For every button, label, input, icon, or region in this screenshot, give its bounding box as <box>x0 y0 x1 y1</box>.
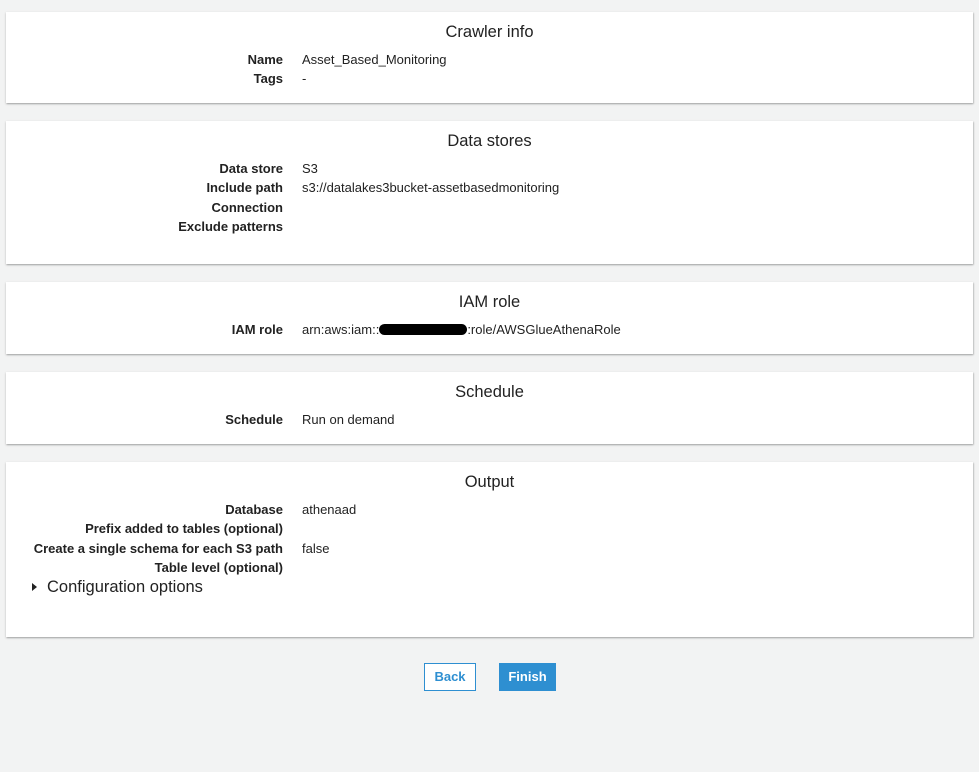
data-store-row: Data store S3 <box>6 159 973 178</box>
iam-role-panel: IAM role IAM role arn:aws:iam:::role/AWS… <box>6 282 973 354</box>
configuration-options-toggle[interactable]: Configuration options <box>32 578 203 597</box>
crawler-name-row: Name Asset_Based_Monitoring <box>6 50 973 69</box>
data-stores-panel: Data stores Data store S3 Include path s… <box>6 121 973 264</box>
crawler-tags-row: Tags - <box>6 69 973 88</box>
connection-label: Connection <box>211 200 284 215</box>
data-store-label: Data store <box>219 161 283 176</box>
iam-role-row: IAM role arn:aws:iam:::role/AWSGlueAthen… <box>6 320 973 339</box>
iam-role-arn-prefix: arn:aws:iam:: <box>302 322 380 337</box>
database-label: Database <box>225 502 283 517</box>
crawler-info-title: Crawler info <box>445 23 534 41</box>
caret-right-icon <box>32 583 37 591</box>
data-stores-title: Data stores <box>447 132 532 150</box>
iam-role-value: arn:aws:iam:::role/AWSGlueAthenaRole <box>302 320 621 339</box>
table-level-row: Table level (optional) <box>6 558 973 577</box>
back-button[interactable]: Back <box>424 663 476 691</box>
single-schema-label: Create a single schema for each S3 path <box>33 541 283 556</box>
crawler-tags-value: - <box>302 71 307 86</box>
iam-role-arn-suffix: :role/AWSGlueAthenaRole <box>467 322 621 337</box>
single-schema-value: false <box>302 541 330 556</box>
crawler-tags-label: Tags <box>253 71 283 86</box>
table-level-label: Table level (optional) <box>154 560 283 575</box>
connection-row: Connection <box>6 198 973 217</box>
table-prefix-label: Prefix added to tables (optional) <box>85 521 283 536</box>
configuration-options-label: Configuration options <box>47 578 203 596</box>
redacted-account-id <box>379 324 468 335</box>
schedule-row: Schedule Run on demand <box>6 410 973 429</box>
include-path-label: Include path <box>206 180 283 195</box>
crawler-info-panel: Crawler info Name Asset_Based_Monitoring… <box>6 12 973 103</box>
schedule-title: Schedule <box>455 383 524 401</box>
output-panel: Output Database athenaad Prefix added to… <box>6 462 973 637</box>
exclude-patterns-row: Exclude patterns <box>6 217 973 236</box>
data-store-value: S3 <box>302 161 318 176</box>
iam-role-title: IAM role <box>458 293 521 311</box>
table-prefix-row: Prefix added to tables (optional) <box>6 519 973 538</box>
exclude-patterns-label: Exclude patterns <box>178 219 283 234</box>
finish-button[interactable]: Finish <box>499 663 556 691</box>
include-path-row: Include path s3://datalakes3bucket-asset… <box>6 178 973 197</box>
schedule-label: Schedule <box>225 412 283 427</box>
schedule-panel: Schedule Schedule Run on demand <box>6 372 973 444</box>
schedule-value: Run on demand <box>302 412 395 427</box>
database-row: Database athenaad <box>6 500 973 519</box>
include-path-value: s3://datalakes3bucket-assetbasedmonitori… <box>302 180 560 195</box>
output-title: Output <box>464 473 515 491</box>
crawler-name-label: Name <box>247 52 283 67</box>
single-schema-row: Create a single schema for each S3 path … <box>6 539 973 558</box>
crawler-name-value: Asset_Based_Monitoring <box>302 52 447 67</box>
iam-role-label: IAM role <box>231 322 283 337</box>
database-value: athenaad <box>302 502 357 517</box>
